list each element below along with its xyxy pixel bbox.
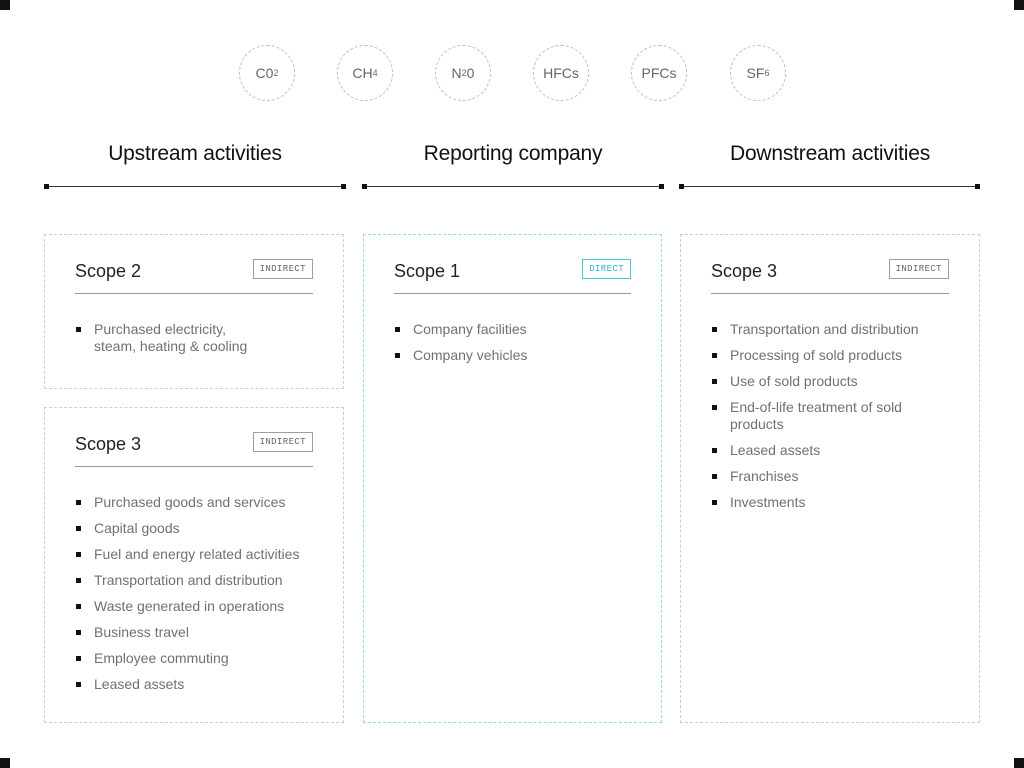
- gas-hfcs: HFCs: [533, 45, 589, 101]
- bullet-icon: [712, 474, 717, 479]
- list-item: Leased assets: [75, 676, 323, 693]
- list-item: Investments: [711, 494, 919, 511]
- bullet-icon: [712, 448, 717, 453]
- card-title: Scope 3: [75, 434, 142, 454]
- indirect-badge: INDIRECT: [252, 432, 313, 452]
- list-item: Employee commuting: [75, 650, 323, 667]
- bullet-icon: [76, 682, 81, 687]
- upstream-scope2-card: Scope 2 INDIRECT Purchased electricity, …: [44, 234, 344, 389]
- downstream-heading: Downstream activities: [729, 142, 931, 165]
- bullet-icon: [395, 353, 400, 358]
- list-item: Business travel: [75, 624, 323, 641]
- reporting-heading: Reporting company: [423, 142, 603, 165]
- bullet-icon: [76, 526, 81, 531]
- indirect-badge: INDIRECT: [888, 259, 949, 279]
- card-header: Scope 3 INDIRECT: [75, 432, 313, 467]
- bullet-icon: [76, 552, 81, 557]
- corner-mark-bottom-right: [1014, 758, 1024, 768]
- bullet-icon: [76, 500, 81, 505]
- direct-badge: DIRECT: [582, 259, 631, 279]
- list-item: Use of sold products: [711, 373, 919, 390]
- list-item: Fuel and energy related activities: [75, 546, 323, 563]
- bullet-icon: [76, 604, 81, 609]
- bullet-icon: [712, 353, 717, 358]
- card-header: Scope 3 INDIRECT: [711, 259, 949, 294]
- list-item: Franchises: [711, 468, 919, 485]
- downstream-divider: [679, 184, 980, 189]
- bullet-icon: [76, 327, 81, 332]
- gas-pfcs: PFCs: [631, 45, 687, 101]
- list-item: Transportation and distribution: [75, 572, 323, 589]
- scope-items-list: Transportation and distribution Processi…: [711, 321, 919, 520]
- list-item: Purchased goods and services: [75, 494, 323, 511]
- list-item: End-of-life treatment of sold products: [711, 399, 919, 433]
- bullet-icon: [76, 656, 81, 661]
- bullet-icon: [712, 405, 717, 410]
- list-item: Leased assets: [711, 442, 919, 459]
- list-item: Company facilities: [394, 321, 641, 338]
- upstream-divider: [44, 184, 346, 189]
- gas-sf6: SF 6: [730, 45, 786, 101]
- card-title: Scope 3: [711, 261, 778, 281]
- corner-mark-bottom-left: [0, 758, 10, 768]
- upstream-heading: Upstream activities: [108, 142, 282, 165]
- card-header: Scope 2 INDIRECT: [75, 259, 313, 294]
- bullet-icon: [712, 379, 717, 384]
- card-header: Scope 1 DIRECT: [394, 259, 631, 294]
- list-item: Transportation and distribution: [711, 321, 919, 338]
- list-item: Capital goods: [75, 520, 323, 537]
- list-item: Processing of sold products: [711, 347, 919, 364]
- greenhouse-gas-row: C0 2 CH 4 N20 HFCs PFCs SF 6: [0, 45, 1024, 103]
- corner-mark-top-left: [0, 0, 10, 10]
- bullet-icon: [712, 327, 717, 332]
- corner-mark-top-right: [1014, 0, 1024, 10]
- upstream-scope3-card: Scope 3 INDIRECT Purchased goods and ser…: [44, 407, 344, 723]
- scope-items-list: Company facilities Company vehicles: [394, 321, 641, 373]
- bullet-icon: [76, 578, 81, 583]
- reporting-divider: [362, 184, 664, 189]
- gas-ch4: CH 4: [337, 45, 393, 101]
- gas-co2: C0 2: [239, 45, 295, 101]
- bullet-icon: [712, 500, 717, 505]
- scope-items-list: Purchased electricity, steam, heating & …: [75, 321, 263, 364]
- downstream-scope3-card: Scope 3 INDIRECT Transportation and dist…: [680, 234, 980, 723]
- card-title: Scope 1: [394, 261, 461, 281]
- indirect-badge: INDIRECT: [252, 259, 313, 279]
- gas-n2o: N20: [435, 45, 491, 101]
- bullet-icon: [395, 327, 400, 332]
- list-item: Company vehicles: [394, 347, 641, 364]
- scope-items-list: Purchased goods and services Capital goo…: [75, 494, 323, 702]
- list-item: Waste generated in operations: [75, 598, 323, 615]
- bullet-icon: [76, 630, 81, 635]
- card-title: Scope 2: [75, 261, 142, 281]
- reporting-scope1-card: Scope 1 DIRECT Company facilities Compan…: [363, 234, 662, 723]
- list-item: Purchased electricity, steam, heating & …: [75, 321, 263, 355]
